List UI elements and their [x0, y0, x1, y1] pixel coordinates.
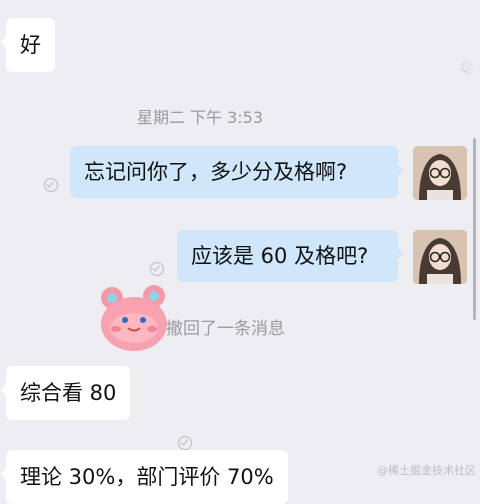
message-bubble-incoming[interactable]: 好	[0, 18, 55, 72]
message-bubble-outgoing[interactable]: 应该是 60 及格吧?	[177, 230, 404, 282]
read-receipt-icon	[44, 178, 58, 192]
avatar-portrait-icon	[413, 146, 467, 200]
chat-timestamp: 星期二 下午 3:53	[136, 108, 264, 127]
source-watermark: @稀土掘金技术社区	[377, 464, 476, 477]
avatar-portrait-icon	[413, 230, 467, 284]
bear-sticker	[96, 282, 172, 354]
message-text: 理论 30%，部门评价 70%	[20, 465, 274, 489]
message-text: 好	[20, 33, 41, 57]
read-receipt-icon	[178, 436, 192, 450]
message-bubble-outgoing[interactable]: 忘记问你了，多少分及格啊?	[70, 146, 404, 198]
message-bubble-incoming[interactable]: 综合看 80	[0, 366, 131, 420]
message-text: 综合看 80	[20, 381, 117, 405]
recalled-message-notice: 撤回了一条消息	[166, 319, 285, 339]
message-text: 忘记问你了，多少分及格啊?	[84, 160, 348, 184]
scrollbar[interactable]	[473, 138, 476, 320]
bear-sticker-icon	[101, 285, 167, 351]
user-avatar[interactable]	[413, 230, 467, 284]
read-receipt-icon	[150, 262, 164, 276]
background-watermark-glyph: 初	[458, 59, 477, 77]
message-bubble-incoming[interactable]: 理论 30%，部门评价 70%	[0, 450, 288, 504]
message-text: 应该是 60 及格吧?	[191, 244, 369, 268]
user-avatar[interactable]	[413, 146, 467, 200]
